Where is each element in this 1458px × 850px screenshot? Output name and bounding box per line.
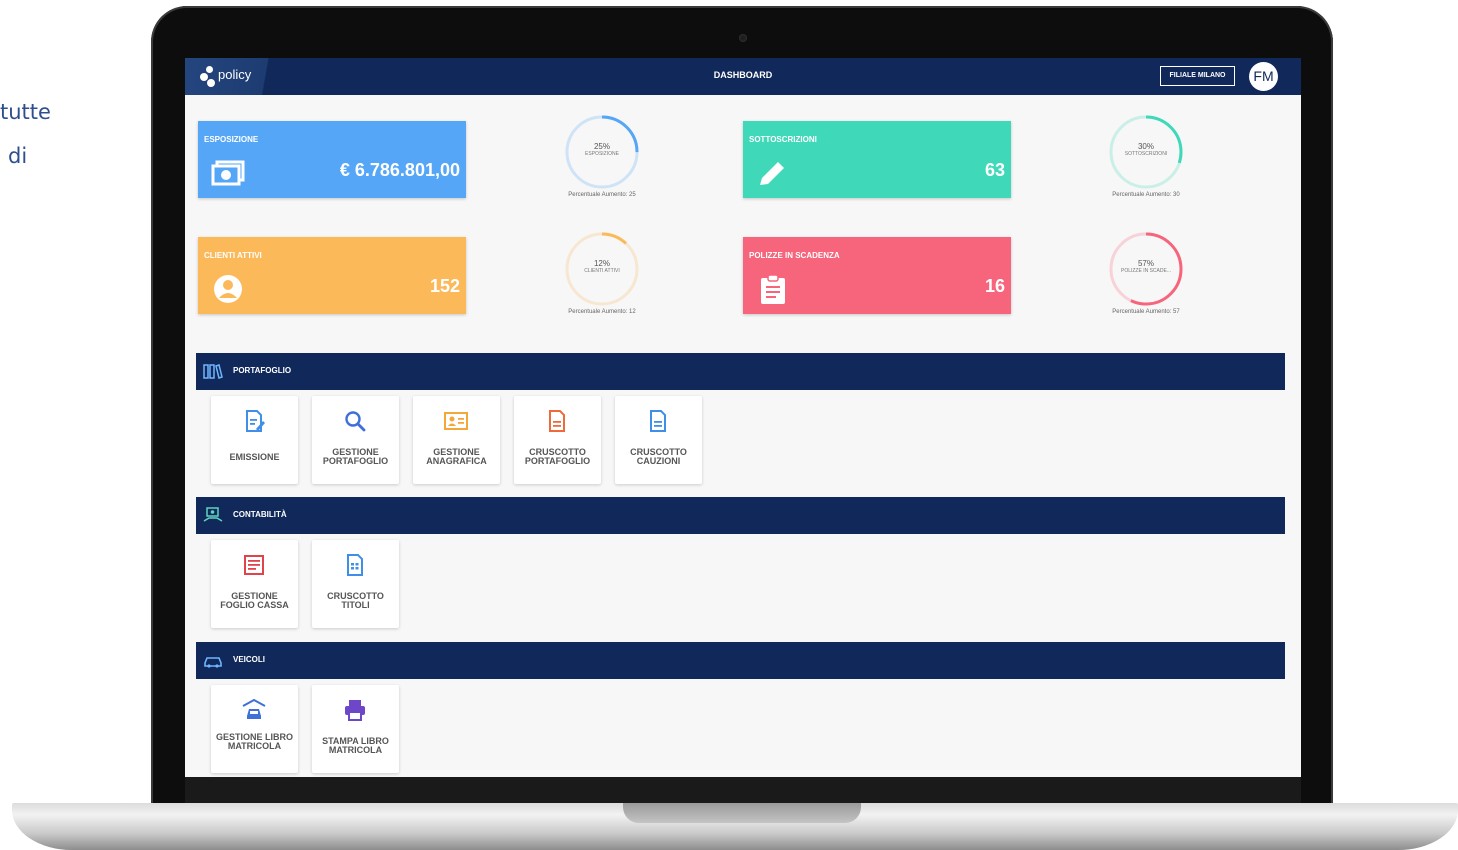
- kpi-label: ESPOSIZIONE: [204, 135, 259, 144]
- kpi-value: € 6.786.801,00: [339, 160, 460, 180]
- ring-caption: Percentuale Aumento: 30: [1112, 192, 1180, 198]
- tile-label: GESTIONE ANAGRAFICA: [426, 447, 487, 466]
- section-title: CONTABILITÀ: [233, 510, 287, 519]
- camera: [739, 34, 747, 42]
- side-text-line: tutte: [0, 100, 51, 124]
- branch-button[interactable]: FILIALE MILANO: [1160, 66, 1235, 86]
- ring-percent: 12%: [593, 259, 610, 268]
- side-text-line: di: [8, 144, 28, 168]
- search-icon: [345, 411, 366, 432]
- car-garage-icon: [242, 698, 266, 719]
- ring-caption: Percentuale Aumento: 25: [568, 192, 636, 198]
- ring-subtitle: POLIZZE IN SCADE...: [1120, 268, 1171, 274]
- tile-gestione-libro-matricola[interactable]: GESTIONE LIBRO MATRICOLA: [211, 685, 298, 773]
- pencil-icon: [760, 162, 784, 185]
- page-title: DASHBOARD: [713, 70, 773, 80]
- ring-subtitle: ESPOSIZIONE: [585, 151, 619, 157]
- tile-gestione-foglio-cassa[interactable]: GESTIONE FOGLIO CASSA: [211, 540, 298, 628]
- tile-label: GESTIONE LIBRO MATRICOLA: [215, 732, 293, 751]
- section-bar-contabilita[interactable]: CONTABILITÀ: [196, 497, 1285, 534]
- books-icon: [203, 364, 223, 379]
- tile-gestione-portafoglio[interactable]: GESTIONE PORTAFOGLIO: [312, 396, 399, 484]
- kpi-label: POLIZZE IN SCADENZA: [749, 251, 840, 260]
- section-bar-portafoglio[interactable]: PORTAFOGLIO: [196, 353, 1285, 390]
- tile-gestione-anagrafica[interactable]: GESTIONE ANAGRAFICA: [413, 396, 500, 484]
- money-icon: [211, 160, 245, 186]
- ring-caption: Percentuale Aumento: 12: [568, 309, 636, 315]
- app-screen: policy DASHBOARD FILIALE MILANO FM ESPOS…: [185, 58, 1301, 777]
- ring-subtitle: SOTTOSCRIZIONI: [1124, 151, 1168, 157]
- spreadsheet-icon: [347, 554, 363, 576]
- progress-ring-clienti-attivi: 12% CLIENTI ATTIVI Percentuale Aumento: …: [557, 231, 647, 329]
- section-bar-veicoli[interactable]: VEICOLI: [196, 642, 1285, 679]
- user-circle-icon: [214, 275, 242, 303]
- ring-subtitle: CLIENTI ATTIVI: [584, 268, 620, 274]
- tile-label: CRUSCOTTO PORTAFOGLIO: [524, 447, 591, 466]
- car-icon: [204, 657, 222, 668]
- document-icon: [650, 410, 666, 432]
- section-title: VEICOLI: [233, 655, 266, 664]
- tile-label: GESTIONE FOGLIO CASSA: [220, 591, 289, 610]
- edit-document-icon: [246, 410, 265, 432]
- kpi-value: 16: [984, 276, 1005, 296]
- tile-emissione[interactable]: EMISSIONE: [211, 396, 298, 484]
- list-document-icon: [244, 555, 264, 575]
- ring-percent: 30%: [1137, 142, 1154, 151]
- avatar[interactable]: FM: [1249, 62, 1278, 91]
- kpi-value: 152: [429, 276, 460, 296]
- tile-label: CRUSCOTTO TITOLI: [327, 591, 384, 610]
- tile-cruscotto-titoli[interactable]: CRUSCOTTO TITOLI: [312, 540, 399, 628]
- accounting-icon: [203, 507, 223, 522]
- kpi-label: CLIENTI ATTIVI: [204, 251, 262, 260]
- laptop-notch: [623, 803, 861, 823]
- tile-label: GESTIONE PORTAFOGLIO: [322, 447, 389, 466]
- kpi-card-esposizione[interactable]: ESPOSIZIONE € 6.786.801,00: [198, 121, 466, 198]
- kpi-card-sottoscrizioni[interactable]: SOTTOSCRIZIONI 63: [743, 121, 1011, 198]
- ring-caption: Percentuale Aumento: 57: [1112, 309, 1180, 315]
- printer-icon: [345, 700, 365, 721]
- document-icon: [549, 410, 565, 432]
- progress-ring-esposizione: 25% ESPOSIZIONE Percentuale Aumento: 25: [557, 114, 647, 212]
- kpi-value: 63: [984, 160, 1005, 180]
- tile-label: CRUSCOTTO CAUZIONI: [630, 447, 687, 466]
- kpi-card-clienti-attivi[interactable]: CLIENTI ATTIVI 152: [198, 237, 466, 314]
- tile-label: EMISSIONE: [229, 452, 280, 462]
- ring-percent: 57%: [1137, 259, 1154, 268]
- ring-percent: 25%: [593, 142, 610, 151]
- kpi-card-polizze-in-scadenza[interactable]: POLIZZE IN SCADENZA 16: [743, 237, 1011, 314]
- bezel: [185, 777, 1301, 805]
- kpi-label: SOTTOSCRIZIONI: [749, 135, 817, 144]
- tile-label: STAMPA LIBRO MATRICOLA: [322, 736, 389, 755]
- tile-stampa-libro-matricola[interactable]: STAMPA LIBRO MATRICOLA: [312, 685, 399, 773]
- side-text: tutte di: [0, 90, 51, 178]
- tile-cruscotto-portafoglio[interactable]: CRUSCOTTO PORTAFOGLIO: [514, 396, 601, 484]
- id-card-icon: [444, 412, 468, 430]
- progress-ring-polizze-in-scadenza: 57% POLIZZE IN SCADE... Percentuale Aume…: [1101, 231, 1191, 329]
- tile-cruscotto-cauzioni[interactable]: CRUSCOTTO CAUZIONI: [615, 396, 702, 484]
- top-bar: policy DASHBOARD FILIALE MILANO FM: [185, 58, 1301, 95]
- section-title: PORTAFOGLIO: [233, 366, 292, 375]
- clipboard-icon: [761, 274, 785, 304]
- progress-ring-sottoscrizioni: 30% SOTTOSCRIZIONI Percentuale Aumento: …: [1101, 114, 1191, 212]
